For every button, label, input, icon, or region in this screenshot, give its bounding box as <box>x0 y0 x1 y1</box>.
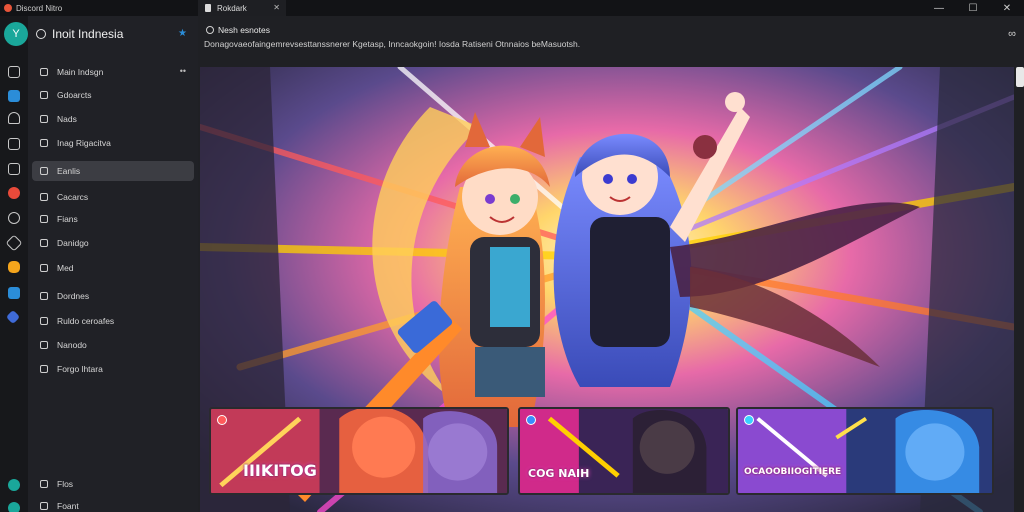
tab-close-icon[interactable]: ✕ <box>273 3 280 12</box>
close-button[interactable]: ✕ <box>990 0 1024 16</box>
server-header[interactable]: Inoit Indnesia <box>36 24 123 44</box>
channel-item[interactable]: Eanlis <box>32 161 194 181</box>
group-icon[interactable] <box>8 261 20 273</box>
tab-label: Rokdark <box>217 3 247 13</box>
channel-item[interactable]: Main Indsgn •• <box>32 62 194 82</box>
tab-active[interactable]: Rokdark ✕ <box>198 0 286 16</box>
minimize-button[interactable]: — <box>922 0 956 16</box>
channel-icon <box>40 365 48 373</box>
channel-icon <box>40 292 48 300</box>
channel-item[interactable]: Nanodo <box>32 335 194 355</box>
home-icon[interactable] <box>8 112 20 124</box>
server-name: Inoit Indnesia <box>52 27 124 41</box>
star-icon[interactable]: ★ <box>178 28 187 39</box>
channel-header: Nesh esnotes Donagovaeofaingemrevsesttan… <box>198 16 1024 66</box>
channel-item[interactable]: Med <box>32 258 194 278</box>
leaf-icon[interactable] <box>8 212 20 224</box>
banner-artwork: IIIKITOG COG NAIH OCAOOBIIOGITIERE <box>200 67 1014 512</box>
maximize-button[interactable]: ☐ <box>956 0 990 16</box>
thumbnail-art <box>520 409 728 493</box>
channel-label: Med <box>57 263 74 273</box>
thumbnail-art <box>211 409 507 493</box>
link-icon[interactable]: ∞ <box>1008 28 1016 40</box>
channel-label: Nanodo <box>57 340 87 350</box>
channel-item[interactable]: Dordnes <box>32 286 194 306</box>
channel-label: Flos <box>57 479 74 489</box>
channel-icon <box>40 341 48 349</box>
channel-item[interactable]: Flos <box>32 474 194 494</box>
notification-badge <box>526 415 536 425</box>
channel-item[interactable]: Danidgo <box>32 233 194 253</box>
channel-label: Fians <box>57 214 78 224</box>
channel-icon <box>40 91 48 99</box>
channel-item[interactable]: Inag Rigacitva <box>32 133 194 153</box>
channel-label: Gdoarcts <box>57 90 92 100</box>
channel-label: Dordnes <box>57 291 90 301</box>
thumbnail-card[interactable]: COG NAIH <box>518 407 730 495</box>
server-avatar[interactable]: Y <box>4 22 28 46</box>
channel-icon <box>40 264 48 272</box>
channel-item[interactable]: Nads <box>32 109 194 129</box>
more-options-icon[interactable]: •• <box>180 66 186 76</box>
user-card-icon[interactable] <box>8 287 20 299</box>
channel-item[interactable]: Foant <box>32 496 194 512</box>
channel-icon <box>40 239 48 247</box>
grid-icon[interactable] <box>8 163 20 175</box>
notification-badge <box>217 415 227 425</box>
channel-icon <box>40 502 48 510</box>
channel-item[interactable]: Gdoarcts <box>32 85 194 105</box>
channel-description: Donagovaeofaingemrevsesttanssnerer Kgeta… <box>204 39 581 49</box>
channel-icon <box>40 115 48 123</box>
channel-icon <box>40 480 48 488</box>
main-content: Nesh esnotes Donagovaeofaingemrevsesttan… <box>198 16 1024 512</box>
channel-item[interactable]: Fians <box>32 209 194 229</box>
chat-icon[interactable] <box>8 90 20 102</box>
title-bar: Discord Nitro Rokdark ✕ — ☐ ✕ <box>0 0 1024 16</box>
channel-title: Nesh esnotes <box>218 25 270 35</box>
channel-icon <box>40 193 48 201</box>
thumbnail-card[interactable]: IIIKITOG <box>209 407 509 495</box>
channel-label: Eanlis <box>57 166 81 176</box>
window-controls: — ☐ ✕ <box>922 0 1024 16</box>
folder-icon[interactable] <box>8 138 20 150</box>
inbox-icon[interactable] <box>8 66 20 78</box>
channel-icon <box>40 215 48 223</box>
server-settings-icon <box>36 29 46 39</box>
channel-label: Inag Rigacitva <box>57 138 111 148</box>
card-title: IIIKITOG <box>243 461 317 480</box>
explore-icon[interactable] <box>8 479 20 491</box>
server-rail: Y <box>0 16 28 512</box>
channel-label: Nads <box>57 114 77 124</box>
channel-icon <box>40 68 48 76</box>
channel-icon <box>206 26 214 34</box>
thumbnail-art <box>738 409 992 493</box>
download-icon[interactable] <box>8 502 20 512</box>
pin-icon[interactable] <box>5 234 23 252</box>
channel-sidebar: Inoit Indnesia ★ Main Indsgn •• Gdoarcts Na… <box>28 16 198 512</box>
channel-label: Ruldo ceroafes <box>57 316 115 326</box>
notification-badge <box>744 415 754 425</box>
channel-icon <box>40 139 48 147</box>
scrollbar-thumb[interactable] <box>1016 67 1024 87</box>
thumbnail-card[interactable]: OCAOOBIIOGITIERE <box>736 407 994 495</box>
channel-label: Main Indsgn <box>57 67 104 77</box>
channel-item[interactable]: Forgo lhtara <box>32 359 194 379</box>
app-title: Discord Nitro <box>16 3 63 13</box>
fire-icon[interactable] <box>8 187 20 199</box>
app-window: Discord Nitro Rokdark ✕ — ☐ ✕ Y Inoit In… <box>0 0 1024 512</box>
app-logo-icon <box>4 4 12 12</box>
card-title: OCAOOBIIOGITIERE <box>744 467 842 477</box>
document-icon <box>205 4 211 12</box>
channel-item[interactable]: Cacarcs <box>32 187 194 207</box>
card-title: COG NAIH <box>528 467 590 480</box>
channel-icon <box>40 317 48 325</box>
channel-label: Forgo lhtara <box>57 364 103 374</box>
channel-label: Cacarcs <box>57 192 89 202</box>
channel-label: Foant <box>57 501 79 511</box>
channel-label: Danidgo <box>57 238 89 248</box>
channel-item[interactable]: Ruldo ceroafes <box>32 311 194 331</box>
channel-icon <box>40 167 48 175</box>
gem-icon[interactable] <box>5 309 21 325</box>
